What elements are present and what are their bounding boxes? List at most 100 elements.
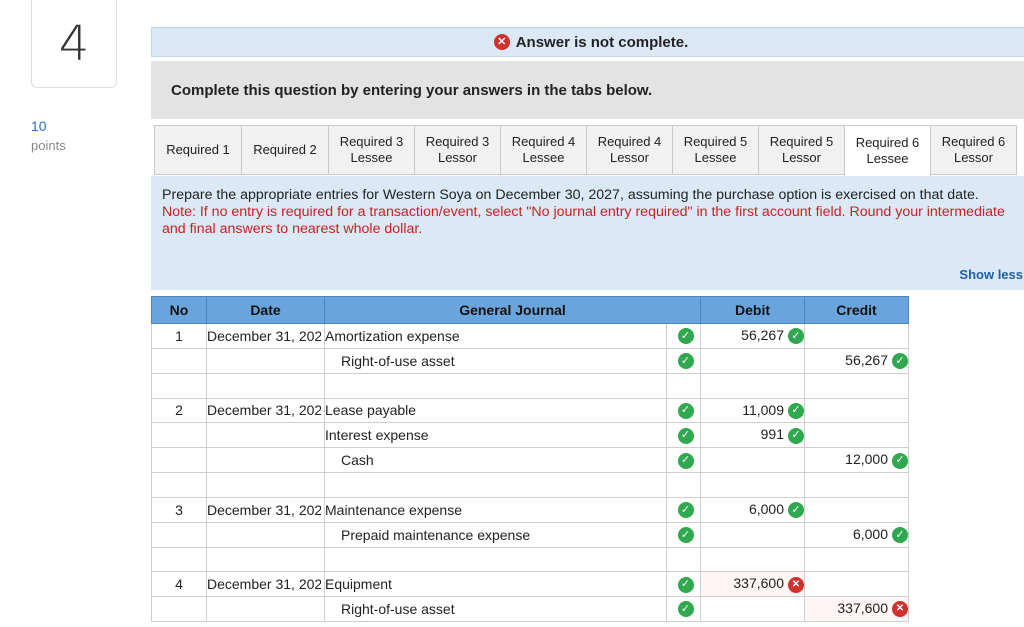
account-status: ✓ (666, 323, 701, 349)
tab-required-8[interactable]: Required 5 Lessor (758, 125, 845, 175)
account-status: ✓ (666, 571, 701, 597)
tab-label-line2: Lessor (609, 150, 649, 165)
correct-check-icon: ✓ (677, 601, 694, 618)
debit-value: 6,000 (748, 501, 784, 518)
date-select[interactable]: December 31, 2027 (206, 397, 325, 423)
tab-label: Required 1 (166, 142, 230, 158)
account-select[interactable] (324, 546, 667, 572)
show-less-link[interactable]: Show less (959, 266, 1023, 283)
debit-input[interactable] (700, 447, 805, 473)
date-select[interactable] (206, 546, 325, 572)
header-debit: Debit (700, 296, 805, 324)
credit-input[interactable] (804, 372, 909, 399)
tab-required-4[interactable]: Required 3 Lessor (414, 125, 501, 175)
account-select[interactable]: Lease payable (324, 397, 667, 423)
debit-input[interactable]: 6,000 ✓ (700, 497, 805, 523)
correct-check-icon: ✓ (677, 353, 694, 370)
credit-value: 337,600 (837, 600, 888, 617)
credit-input[interactable] (804, 497, 909, 523)
date-select[interactable] (206, 372, 325, 399)
account-select[interactable] (324, 372, 667, 399)
journal-row: Interest expense ✓ 991 ✓ (151, 422, 909, 448)
debit-input[interactable] (700, 347, 805, 374)
tab-label-line2: Lessee (350, 150, 393, 165)
date-select[interactable]: December 31, 2027 (206, 497, 325, 523)
account-select[interactable] (324, 472, 667, 498)
account-select[interactable]: Right-of-use asset (324, 347, 667, 374)
date-select[interactable] (206, 596, 325, 622)
debit-input[interactable] (700, 596, 805, 622)
account-select[interactable]: Cash (324, 447, 667, 473)
account-select[interactable]: Amortization expense (324, 323, 667, 349)
date-value: December 31, 2027 (207, 501, 322, 518)
tab-label-line2: Lessor (781, 150, 821, 165)
debit-input[interactable]: 337,600 ✕ (700, 571, 805, 597)
tab-required-2[interactable]: Required 2 (241, 125, 329, 175)
debit-input[interactable]: 56,267 ✓ (700, 323, 805, 349)
credit-input[interactable] (804, 422, 909, 448)
account-status: ✓ (666, 447, 701, 473)
debit-input[interactable] (700, 546, 805, 572)
date-value: December 31, 2027 (207, 327, 322, 344)
date-select[interactable] (206, 347, 325, 374)
credit-input[interactable] (804, 546, 909, 572)
tab-required-7[interactable]: Required 5 Lessee (672, 125, 759, 175)
credit-input[interactable]: 12,000 ✓ (804, 447, 909, 473)
date-select[interactable] (206, 521, 325, 548)
debit-input[interactable] (700, 372, 805, 399)
account-status (666, 372, 701, 399)
tab-label-line1: Required 3 (425, 134, 490, 149)
tab-label-line2: Lessee (694, 150, 737, 165)
tab-label: Required 6 Lessee (856, 135, 920, 167)
correct-check-icon: ✓ (788, 402, 804, 419)
date-select[interactable]: December 31, 2027 (206, 571, 325, 597)
tab-required-10[interactable]: Required 6 Lessor (930, 125, 1017, 175)
account-select[interactable]: Right-of-use asset (324, 596, 667, 622)
tab-label-line2: Lessee (522, 150, 565, 165)
date-select[interactable] (206, 422, 325, 448)
account-select[interactable]: Interest expense (324, 422, 667, 448)
debit-value: 991 (760, 426, 784, 443)
tab-required-5[interactable]: Required 4 Lessee (500, 125, 587, 175)
credit-input[interactable] (804, 472, 909, 498)
incorrect-x-icon: ✕ (788, 576, 804, 593)
debit-input[interactable] (700, 472, 805, 498)
tab-label: Required 3 Lessee (340, 134, 404, 166)
correct-check-icon: ✓ (892, 527, 908, 544)
date-value: December 31, 2027 (207, 576, 322, 592)
debit-input[interactable]: 991 ✓ (700, 422, 805, 448)
tab-label-line1: Required 1 (166, 142, 230, 157)
credit-input[interactable]: 337,600 ✕ (804, 596, 909, 622)
tab-required-9[interactable]: Required 6 Lessee (844, 125, 931, 177)
debit-input[interactable]: 11,009 ✓ (700, 397, 805, 423)
credit-input[interactable] (804, 323, 909, 349)
note-text: Note: If no entry is required for a tran… (162, 204, 1005, 237)
debit-input[interactable] (700, 521, 805, 548)
journal-row: 4 December 31, 2027 Equipment ✓ 337,600 ✕ (151, 571, 909, 597)
account-select[interactable]: Prepaid maintenance expense (324, 521, 667, 548)
credit-input[interactable] (804, 397, 909, 423)
credit-value: 56,267 (845, 351, 888, 368)
entry-number (151, 546, 207, 572)
date-select[interactable] (206, 472, 325, 498)
credit-input[interactable] (804, 571, 909, 597)
points-label: points (31, 138, 66, 153)
tab-required-6[interactable]: Required 4 Lessor (586, 125, 673, 175)
account-select[interactable]: Equipment (324, 571, 667, 597)
tab-required-1[interactable]: Required 1 (154, 125, 242, 175)
tab-label-line1: Required 6 (941, 134, 1006, 149)
debit-value: 337,600 (733, 575, 784, 592)
tab-label-line1: Required 5 (683, 134, 748, 149)
error-icon: ✕ (493, 34, 510, 50)
tab-required-3[interactable]: Required 3 Lessee (328, 125, 415, 175)
date-select[interactable]: December 31, 2027 (206, 323, 325, 349)
incorrect-x-icon: ✕ (892, 601, 908, 618)
prompt-text: Prepare the appropriate entries for West… (162, 187, 979, 203)
tab-label: Required 2 (253, 142, 317, 158)
account-select[interactable]: Maintenance expense (324, 497, 667, 523)
journal-row (151, 546, 909, 572)
question-number: 4 (58, 15, 90, 72)
credit-input[interactable]: 56,267 ✓ (804, 347, 909, 374)
date-select[interactable] (206, 447, 325, 473)
credit-input[interactable]: 6,000 ✓ (804, 521, 909, 548)
